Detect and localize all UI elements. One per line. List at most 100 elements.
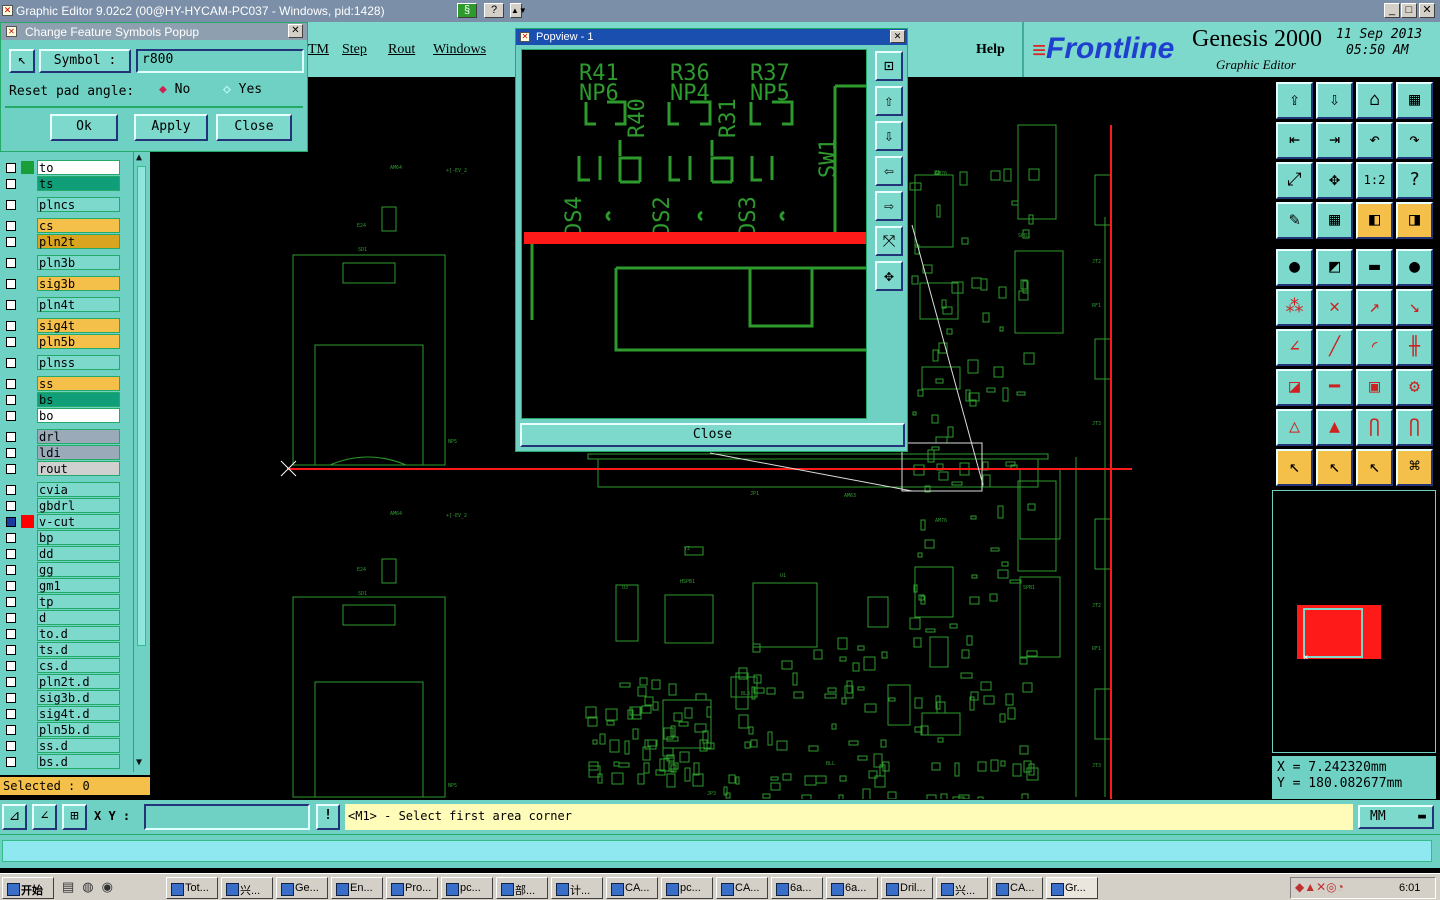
minimize-button[interactable]: _ [1384,3,1400,18]
layer-row-ts.d[interactable]: ts.d [0,642,122,657]
taskbar-item[interactable]: 部... [496,877,548,899]
close-button[interactable]: ✕ [1419,3,1435,18]
layer-checkbox[interactable] [6,337,16,347]
layer-name[interactable]: v-cut [37,514,120,529]
layer-checkbox[interactable] [6,693,16,703]
menu-tm[interactable]: TM [308,42,329,58]
layer-name[interactable]: tp [37,594,120,609]
node-icon[interactable]: ⁂ [1276,289,1313,326]
menu-windows[interactable]: Windows [433,42,486,58]
taskbar-item[interactable]: pc... [661,877,713,899]
layer-name[interactable]: gm1 [37,578,120,593]
layer-checkbox[interactable] [6,258,16,268]
triangle-up-icon[interactable]: △ [1276,409,1313,446]
layer-row-bo[interactable]: bo [0,408,122,423]
corner-icon[interactable]: ◪ [1276,369,1313,406]
taskbar-item[interactable]: Pro... [386,877,438,899]
layer-name[interactable]: d [37,610,120,625]
dropdown-icon[interactable]: ▲▼ [510,3,527,18]
layer-checkbox[interactable] [6,581,16,591]
pan-up-icon[interactable]: ⇧ [875,86,903,116]
pencil-icon[interactable]: ╱ [1316,329,1353,366]
symbol-picker-button[interactable]: ↖ [9,49,35,73]
pan-left-icon[interactable]: ⇦ [875,156,903,186]
pan-down-icon[interactable]: ⇩ [875,121,903,151]
xy-input[interactable] [144,804,310,830]
layer-name[interactable]: ts [37,176,120,191]
layer-checkbox[interactable] [6,464,16,474]
layer-name[interactable]: cs [37,218,120,233]
taskbar-item[interactable]: CA... [991,877,1043,899]
scroll-down-icon[interactable]: ▼ [136,757,142,768]
layer-row-sig4t[interactable]: sig4t [0,318,122,333]
layer-row-ss[interactable]: ss [0,376,122,391]
quick-launch-icons[interactable]: ▤◍◉ [62,879,158,897]
measure-tool-button[interactable]: ∠ [32,804,57,830]
taskbar-item[interactable]: CA... [716,877,768,899]
menu-help[interactable]: Help [976,42,1005,58]
units-dropdown[interactable]: MM ▬ [1358,805,1434,829]
taskbar-item[interactable]: 计... [551,877,603,899]
redo-icon[interactable]: ↷ [1396,122,1433,159]
move-left-icon[interactable]: ⇤ [1276,122,1313,159]
select-lasso-icon[interactable]: ↖ [1356,449,1393,486]
layer-row-bs[interactable]: bs [0,392,122,407]
layer-row-ss.d[interactable]: ss.d [0,738,122,753]
layer-name[interactable]: pln5b.d [37,722,120,737]
layer-name[interactable]: pln2t [37,234,120,249]
layer-checkbox[interactable] [6,221,16,231]
layer-checkbox[interactable] [6,709,16,719]
pan-right-icon[interactable]: ⇨ [875,191,903,221]
layer-name[interactable]: rout [37,461,120,476]
layer-row-gg[interactable]: gg [0,562,122,577]
layer-row-pln2t.d[interactable]: pln2t.d [0,674,122,689]
ruler-icon[interactable]: ▬ [1356,249,1393,286]
layer-row-gm1[interactable]: gm1 [0,578,122,593]
layer-row-plnss[interactable]: plnss [0,355,122,370]
layer-row-gbdrl[interactable]: gbdrl [0,498,122,513]
layer-name[interactable]: ldi [37,445,120,460]
select-arrow-icon[interactable]: ↖ [1276,449,1313,486]
layer-name[interactable]: dd [37,546,120,561]
clipboard-icon[interactable]: § [457,3,477,18]
layer-checkbox[interactable] [6,485,16,495]
layer-checkbox[interactable] [6,533,16,543]
vertex-icon[interactable]: ↘ [1396,289,1433,326]
cluster-icon[interactable]: ⚙ [1396,369,1433,406]
layer-name[interactable]: ts.d [37,642,120,657]
arch-edit-icon[interactable]: ⋂ [1396,409,1433,446]
pad-icon[interactable]: ● [1396,249,1433,286]
layer-checkbox[interactable] [6,501,16,511]
layer-name[interactable]: bp [37,530,120,545]
taskbar-item[interactable]: En... [331,877,383,899]
layer-name[interactable]: sig3b.d [37,690,120,705]
layer-name[interactable]: drl [37,429,120,444]
layer-row-cs.d[interactable]: cs.d [0,658,122,673]
layer-name[interactable]: plnss [37,355,120,370]
taskbar-item[interactable]: 兴... [936,877,988,899]
layer-row-sig3b[interactable]: sig3b [0,276,122,291]
symbol-input[interactable]: r800 [136,49,304,73]
bar-icon[interactable]: ━ [1316,369,1353,406]
layer-checkbox[interactable] [6,725,16,735]
fit-screen-icon[interactable]: ⤢ [1276,162,1313,199]
layer-checkbox[interactable] [6,179,16,189]
layer-name[interactable]: ss [37,376,120,391]
layer-row-to[interactable]: to [0,160,122,175]
taskbar-item[interactable]: pc... [441,877,493,899]
layer-checkbox[interactable] [6,279,16,289]
layer-row-dd[interactable]: dd [0,546,122,561]
symbol-label-button[interactable]: Symbol : [39,49,131,73]
layer-name[interactable]: sig3b [37,276,120,291]
menu-rout[interactable]: Rout [388,42,415,58]
select-box-icon[interactable]: ↖ [1316,449,1353,486]
layer-row-tp[interactable]: tp [0,594,122,609]
popview-close-button[interactable]: Close [520,423,905,447]
layer-view-icon[interactable]: ▦ [1396,82,1433,119]
layer-checkbox[interactable] [6,411,16,421]
layer-checkbox[interactable] [6,613,16,623]
layer-color-swatch[interactable] [21,515,34,528]
triangle-select-icon[interactable]: ▲ [1316,409,1353,446]
layer-row-v-cut[interactable]: v-cut [0,514,122,529]
layer-name[interactable]: ss.d [37,738,120,753]
